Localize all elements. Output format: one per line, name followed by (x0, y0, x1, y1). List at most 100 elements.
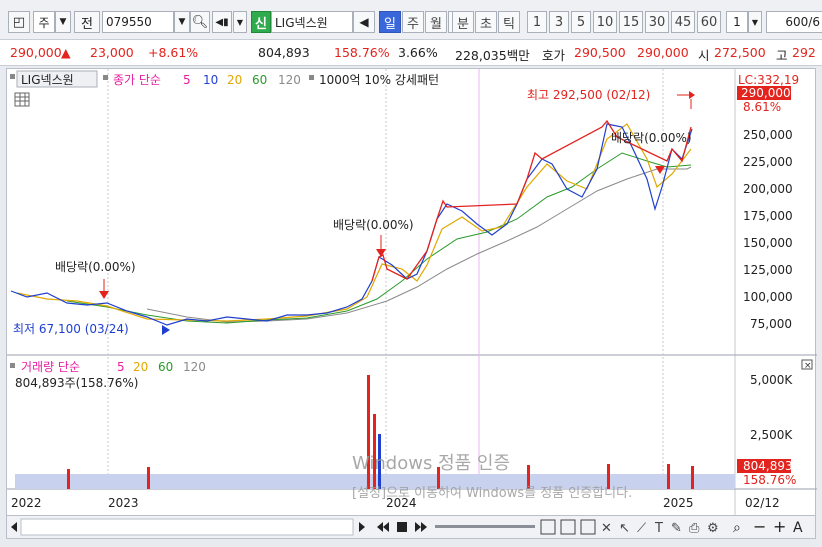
chevron-down-icon[interactable]: ▼ (55, 11, 71, 33)
min-1-button[interactable]: 1 (527, 11, 547, 33)
pointer-icon[interactable]: ↖ (619, 521, 630, 536)
change-amount: 23,000 (90, 45, 134, 60)
ma120-line (146, 166, 692, 323)
prev-label: 전 (81, 16, 93, 32)
layout-icon[interactable] (560, 519, 576, 535)
speaker-icon[interactable]: ◀▮ (212, 11, 232, 33)
tab-daily-label: 일 (384, 16, 396, 32)
play-icon[interactable] (415, 522, 421, 532)
zoom-in-icon[interactable]: + (773, 517, 786, 536)
speed-slider[interactable] (435, 525, 535, 528)
volume-legend-ma-20: 20 (133, 360, 148, 374)
panel-icon[interactable] (580, 519, 596, 535)
volume-spike-2 (373, 414, 376, 489)
trade-amount: 228,035백만 (455, 48, 530, 63)
stock-name-arrow-icon[interactable]: ◀ (353, 11, 375, 33)
div-annotation-3: 배당락(0.00%) (611, 131, 692, 145)
zoom-search-icon[interactable]: ⌕ (733, 520, 741, 536)
tab-monthly[interactable]: 월 (425, 11, 447, 33)
low-annotation: 최저 67,100 (03/24) (13, 322, 129, 336)
last-price-tag: 290,000 (741, 86, 791, 100)
min-30-button[interactable]: 30 (645, 11, 669, 33)
speaker-dropdown-icon[interactable]: ▼ (233, 11, 247, 33)
bottom-toolbar: ✕ ↖ ⟋ T ✎ ⎙ ⚙ ⌕ − + A (6, 515, 816, 539)
volume: 804,893 (258, 45, 310, 60)
high-price: 292 (792, 45, 816, 60)
cursor-icon[interactable]: ✕ (601, 521, 612, 536)
y-tick-100000: 100,000 (743, 290, 793, 304)
min-45-label: 45 (674, 14, 692, 30)
prev-button[interactable]: 전 (74, 11, 100, 33)
scroll-track[interactable] (20, 518, 354, 536)
high-annotation: 최고 292,500 (02/12) (527, 88, 650, 102)
x-cursor-date: 02/12 (745, 496, 780, 510)
tab-weekly-label: 주 (407, 16, 419, 32)
bid-price: 290,000 (637, 45, 689, 60)
new-badge-label: 신 (255, 16, 267, 32)
tab-minute[interactable]: 분 (452, 11, 474, 33)
count-input[interactable]: 600/6 (766, 11, 822, 33)
ma60-line (66, 152, 692, 324)
ask-price: 290,500 (574, 45, 626, 60)
print-icon[interactable]: ⎙ (689, 521, 700, 536)
change-percent: +8.61% (148, 45, 199, 60)
open-label: 시 (698, 48, 710, 63)
y-tick-175000: 175,000 (743, 209, 793, 223)
tab-tick-label: 틱 (503, 16, 515, 32)
fast-forward-icon[interactable] (421, 522, 427, 532)
search-icon[interactable]: 🔍︎ (190, 11, 210, 33)
volume-legend-ma-5: 5 (117, 360, 125, 374)
legend-ma-square-icon (103, 75, 108, 80)
min-15-button[interactable]: 15 (619, 11, 643, 33)
min-10-label: 10 (596, 14, 614, 30)
div-annotation-2: 배당락(0.00%) (333, 218, 414, 232)
x-label-2023: 2023 (108, 496, 139, 510)
scroll-right-icon[interactable] (359, 522, 365, 532)
y-tick-150000: 150,000 (743, 236, 793, 250)
stock-name-field[interactable]: LIG넥스원 (271, 11, 353, 33)
draw-tool-icon[interactable]: ✎ (671, 521, 682, 536)
market-select[interactable]: 주 (33, 11, 55, 33)
multiplier-input[interactable]: 1 (726, 11, 748, 33)
turnover-rate: 3.66% (398, 45, 438, 60)
volume-last-tag: 804,893 (743, 459, 793, 473)
multiplier-dropdown-icon[interactable]: ▼ (748, 11, 762, 33)
window-menu-icon[interactable]: ◰ (8, 11, 30, 33)
min-60-button[interactable]: 60 (697, 11, 721, 33)
min-45-button[interactable]: 45 (671, 11, 695, 33)
step-back-icon-2[interactable] (383, 522, 389, 532)
ask-label: 호가 (542, 48, 566, 63)
multiplier-value: 1 (733, 15, 741, 29)
tab-second[interactable]: 초 (475, 11, 497, 33)
min-5-button[interactable]: 5 (571, 11, 591, 33)
zoom-box-icon[interactable] (540, 519, 556, 535)
auto-scale-icon[interactable]: A (793, 520, 803, 536)
min-3-button[interactable]: 3 (549, 11, 569, 33)
new-badge[interactable]: 신 (251, 11, 271, 33)
volume-current: 804,893주(158.76%) (15, 376, 138, 390)
low-arrow-icon (162, 325, 170, 335)
tab-daily[interactable]: 일 (379, 11, 401, 33)
min-10-button[interactable]: 10 (593, 11, 617, 33)
chart-area[interactable]: LIG넥스원 종가 단순 5 10 20 60 120 1000억 10% 강세… (6, 68, 817, 528)
y-tick-250000: 250,000 (743, 128, 793, 142)
step-back-icon[interactable] (377, 522, 383, 532)
table-icon[interactable] (14, 92, 30, 107)
tab-tick[interactable]: 틱 (498, 11, 520, 33)
code-dropdown-icon[interactable]: ▼ (174, 11, 190, 33)
stock-code: 079550 (106, 15, 152, 29)
y-tick-125000: 125,000 (743, 263, 793, 277)
volume-bar-a (67, 469, 70, 489)
stock-code-input[interactable]: 079550 (102, 11, 174, 33)
stop-icon[interactable] (397, 522, 407, 532)
zoom-out-icon[interactable]: − (753, 517, 766, 536)
text-tool-icon[interactable]: T (654, 521, 663, 536)
scroll-left-icon[interactable] (11, 522, 17, 532)
volume-tick-2500k: 2,500K (750, 428, 793, 442)
div-annotation-1: 배당락(0.00%) (55, 260, 136, 274)
volume-legend-title: 거래량 단순 (21, 360, 80, 374)
tab-weekly[interactable]: 주 (402, 11, 424, 33)
trend-line-icon[interactable]: ⟋ (637, 521, 647, 536)
change-arrow-icon: ▲ (61, 45, 71, 60)
settings-icon[interactable]: ⚙ (707, 521, 719, 536)
